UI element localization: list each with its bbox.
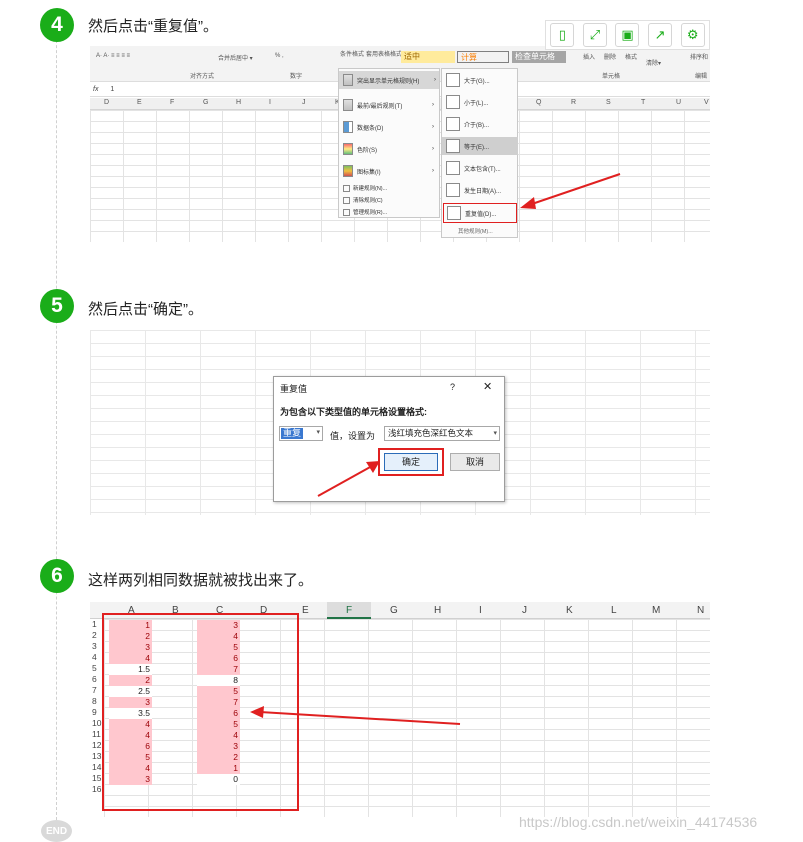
viewer-toolbar: ▯ ⤢ ▣ ↗ ⚙ — [545, 20, 710, 50]
step-6-badge: 6 — [40, 559, 74, 593]
step-6-text: 这样两列相同数据就被找出来了。 — [88, 572, 314, 589]
excel-result-screenshot: A B C D E F G H I J K L M N 1 2 3 4 5 6 7 8 9 10 1… — [90, 602, 710, 817]
share-icon[interactable]: ↗ — [648, 23, 673, 47]
watermark: https://blog.csdn.net/weixin_44174536 — [519, 814, 758, 830]
save-icon[interactable]: ▣ — [615, 23, 640, 47]
fullscreen-icon[interactable]: ⤢ — [582, 23, 607, 47]
page: 4 然后点击“重复值”。 A· A· ≡ ≡ ≡ ≡ 合并后居中 ▾ % , 条… — [0, 0, 803, 842]
step-4-text: 然后点击“重复值”。 — [88, 18, 218, 35]
step-5-badge: 5 — [40, 289, 74, 323]
duplicate-dialog-screenshot: 重复值 ? ✕ 为包含以下类型值的单元格设置格式: 重复 ▾ 值，设置为 浅红填… — [90, 330, 710, 515]
arrow-to-ok-button — [317, 461, 380, 497]
end-badge: END — [41, 820, 72, 842]
step-4-badge: 4 — [40, 8, 74, 42]
arrow-to-duplicates — [250, 706, 461, 725]
excel-conditional-format-screenshot: A· A· ≡ ≡ ≡ ≡ 合并后居中 ▾ % , 条件格式 套用表格格式▾ 适… — [90, 46, 710, 242]
arrow-to-duplicate-values — [520, 173, 621, 209]
settings-icon[interactable]: ⚙ — [680, 23, 705, 47]
timeline-line — [56, 20, 57, 820]
phone-icon[interactable]: ▯ — [550, 23, 575, 47]
step-5-text: 然后点击“确定”。 — [88, 301, 203, 318]
